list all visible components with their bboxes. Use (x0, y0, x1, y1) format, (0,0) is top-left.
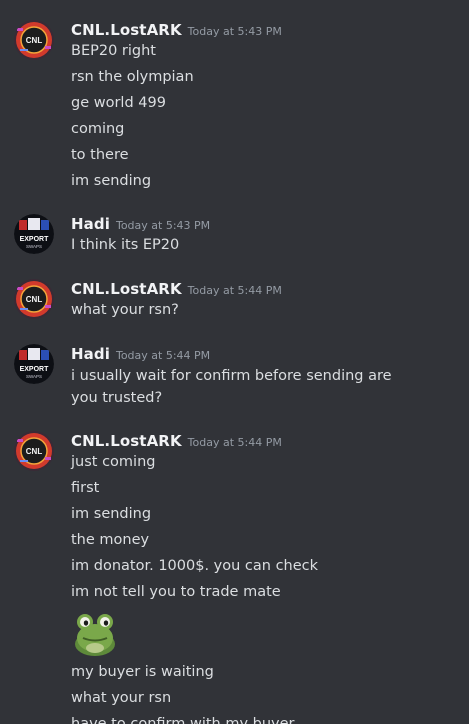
svg-text:CNL: CNL (26, 295, 43, 304)
avatar[interactable]: CNL (14, 279, 54, 319)
message-header: CNL.LostARK Today at 5:43 PM (71, 20, 282, 40)
message-text: im not tell you to trade mate (71, 584, 281, 600)
message-text: just coming (71, 454, 156, 470)
message-text: what your rsn? (71, 302, 179, 318)
svg-text:EXPORT: EXPORT (20, 236, 50, 243)
timestamp: Today at 5:44 PM (187, 284, 282, 297)
message-header: CNL.LostARK Today at 5:44 PM (71, 431, 282, 451)
svg-text:CNL: CNL (26, 447, 43, 456)
cnl-logo-icon: CNL (14, 279, 54, 319)
message-header: Hadi Today at 5:44 PM (71, 344, 210, 364)
message-text: the money (71, 532, 150, 548)
avatar[interactable]: EXPORT SWAPS (14, 214, 54, 254)
message-text: I think its EP20 (71, 237, 180, 253)
export-swaps-logo-icon: EXPORT SWAPS (14, 344, 54, 384)
message-lines: i usually wait for confirm before sendin… (71, 365, 461, 409)
message-header: Hadi Today at 5:43 PM (71, 214, 210, 234)
cnl-logo-icon: CNL (14, 431, 54, 471)
export-swaps-logo-icon: EXPORT SWAPS (14, 214, 54, 254)
svg-text:EXPORT: EXPORT (20, 366, 50, 373)
message-text: ge world 499 (71, 95, 166, 111)
message-text: im sending (71, 173, 152, 189)
timestamp: Today at 5:43 PM (187, 25, 282, 38)
timestamp: Today at 5:44 PM (115, 349, 211, 362)
message-text: im sending (71, 506, 152, 522)
svg-text:CNL: CNL (26, 36, 43, 45)
message-text: my buyer is waiting (71, 664, 214, 680)
message-text: rsn the olympian (71, 69, 194, 85)
author-name[interactable]: Hadi (71, 215, 110, 233)
author-name[interactable]: CNL.LostARK (71, 21, 182, 39)
message-lines: what your rsn? (71, 300, 461, 326)
svg-text:SWAPS: SWAPS (26, 244, 42, 249)
author-name[interactable]: CNL.LostARK (71, 432, 182, 450)
avatar[interactable]: CNL (14, 431, 54, 471)
message-text: coming (71, 121, 125, 137)
timestamp: Today at 5:43 PM (115, 219, 211, 232)
svg-text:SWAPS: SWAPS (26, 374, 42, 379)
message-text: i usually wait for confirm before sendin… (71, 368, 392, 406)
message-text: BEP20 right (71, 43, 156, 59)
cnl-logo-icon: CNL (14, 20, 54, 60)
avatar[interactable]: EXPORT SWAPS (14, 344, 54, 384)
message-text: im donator. 1000$. you can check (71, 558, 319, 574)
avatar[interactable]: CNL (14, 20, 54, 60)
message-text: to there (71, 147, 129, 163)
message-lines: just coming first im sending the money i… (71, 452, 461, 724)
frog-sticker-icon[interactable] (71, 608, 119, 656)
author-name[interactable]: Hadi (71, 345, 110, 363)
author-name[interactable]: CNL.LostARK (71, 280, 182, 298)
message-header: CNL.LostARK Today at 5:44 PM (71, 279, 282, 299)
chat-message-list: CNL CNL.LostARK Today at 5:43 PM BEP20 ri… (0, 0, 469, 724)
message-text: what your rsn (71, 690, 172, 706)
message-lines: BEP20 right rsn the olympian ge world 49… (71, 41, 461, 197)
timestamp: Today at 5:44 PM (187, 436, 282, 449)
message-lines: I think its EP20 (71, 235, 461, 261)
message-text: first (71, 480, 100, 496)
message-text: have to confirm with my buyer (71, 716, 295, 724)
